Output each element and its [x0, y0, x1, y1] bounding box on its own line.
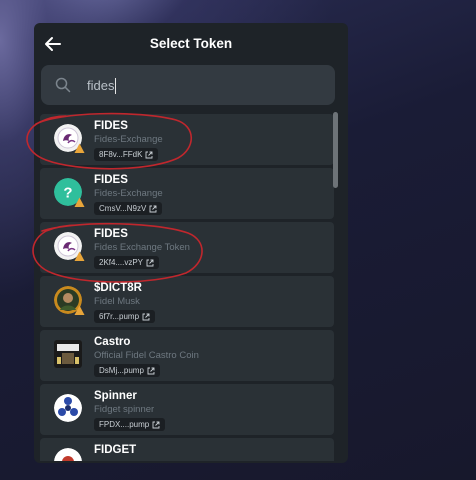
- search-icon: [55, 77, 71, 93]
- token-name: Fidel Musk: [94, 296, 140, 307]
- token-row[interactable]: Castro Official Fidel Castro Coin DsMj..…: [40, 330, 334, 381]
- token-address: CmsV...N9zV: [99, 204, 147, 213]
- warning-badge-icon: [74, 305, 85, 315]
- dialog-header: Select Token: [34, 23, 348, 65]
- token-logo-spinner-icon: [54, 394, 82, 422]
- token-symbol: FIDES: [94, 174, 128, 186]
- token-symbol: Spinner: [94, 390, 137, 402]
- red-annotation-circle: [26, 112, 193, 170]
- dialog-title: Select Token: [149, 36, 233, 51]
- token-address-link[interactable]: CmsV...N9zV: [94, 202, 163, 215]
- token-address-link[interactable]: FPDX....pump: [94, 418, 166, 431]
- token-address-link[interactable]: DsMj...pump: [94, 364, 160, 377]
- token-search-input[interactable]: fides: [41, 65, 335, 105]
- red-annotation-circle: [32, 222, 203, 283]
- external-link-icon: [149, 205, 157, 212]
- warning-badge-icon: [74, 197, 85, 207]
- token-logo-castro-icon: [54, 340, 82, 368]
- list-scrollbar[interactable]: [333, 112, 338, 188]
- token-logo-fidget-icon: [54, 448, 82, 461]
- token-address: 6f7r...pump: [99, 312, 140, 321]
- token-address: FPDX....pump: [99, 420, 150, 429]
- token-name: Fidget spinner: [94, 404, 155, 415]
- token-address-link[interactable]: 6f7r...pump: [94, 310, 156, 323]
- token-symbol: Castro: [94, 336, 131, 348]
- token-address: DsMj...pump: [99, 366, 144, 375]
- search-input-value[interactable]: fides: [87, 78, 117, 94]
- external-link-icon: [152, 421, 160, 428]
- token-row[interactable]: ? FIDES Fides-Exchange CmsV...N9zV: [40, 168, 334, 219]
- external-link-icon: [142, 313, 150, 320]
- external-link-icon: [147, 367, 155, 374]
- token-symbol: FIDGET: [94, 444, 137, 456]
- token-row[interactable]: FIDGET: [40, 438, 334, 461]
- token-row[interactable]: Spinner Fidget spinner FPDX....pump: [40, 384, 334, 435]
- token-name: Official Fidel Castro Coin: [94, 350, 199, 361]
- svg-text:?: ?: [63, 185, 72, 202]
- token-name: Fides-Exchange: [94, 188, 163, 199]
